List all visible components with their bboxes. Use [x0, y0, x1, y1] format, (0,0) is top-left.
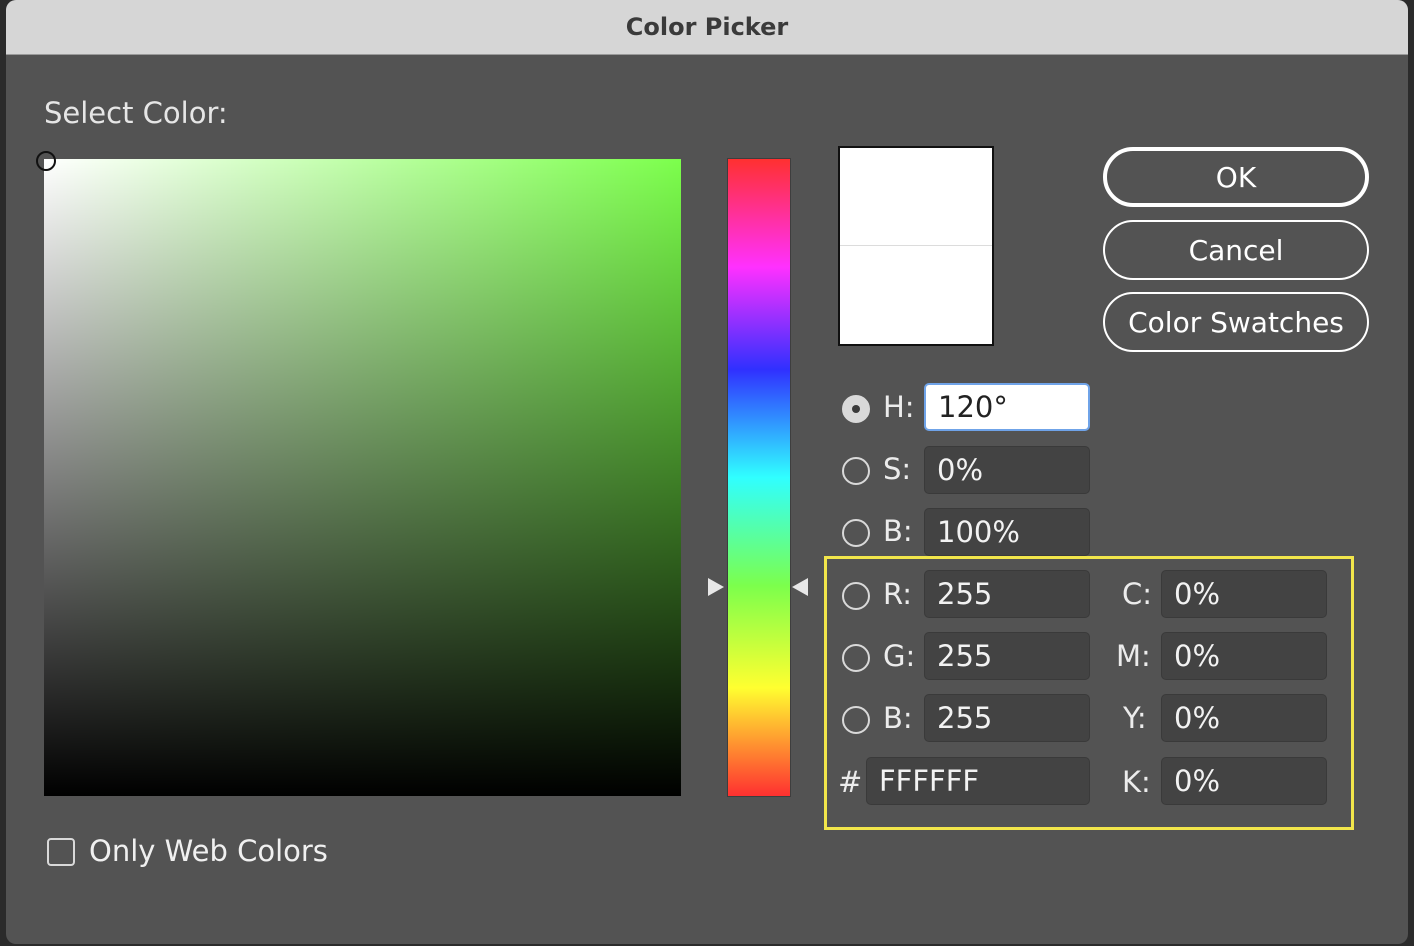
window-title: Color Picker: [625, 13, 789, 41]
color-swatches-button[interactable]: Color Swatches: [1103, 292, 1369, 352]
saturation-label: S:: [883, 452, 912, 486]
color-swatches-button-label: Color Swatches: [1128, 305, 1344, 339]
saturation-radio[interactable]: [842, 457, 870, 485]
hue-slider[interactable]: [727, 158, 791, 797]
current-color-swatch[interactable]: [840, 246, 992, 344]
only-web-colors-label[interactable]: Only Web Colors: [89, 834, 328, 868]
select-color-label: Select Color:: [44, 96, 228, 130]
hue-input[interactable]: 120°: [924, 383, 1090, 431]
saturation-input[interactable]: 0%: [924, 446, 1090, 494]
hue-label: H:: [883, 390, 915, 424]
ok-button[interactable]: OK: [1103, 147, 1369, 207]
color-preview: [838, 146, 994, 346]
color-picker-dialog: Color Picker Select Color: OK Cancel Col…: [6, 0, 1408, 944]
color-field[interactable]: [36, 151, 681, 796]
hue-radio[interactable]: [842, 395, 870, 423]
ok-button-label: OK: [1215, 160, 1257, 194]
only-web-colors-checkbox[interactable]: [47, 838, 75, 866]
color-field-marker[interactable]: [36, 151, 56, 171]
brightness-input[interactable]: 100%: [924, 508, 1090, 556]
cancel-button[interactable]: Cancel: [1103, 220, 1369, 280]
brightness-radio[interactable]: [842, 519, 870, 547]
hue-slider-left-arrow[interactable]: [708, 578, 724, 596]
title-bar[interactable]: Color Picker: [6, 0, 1408, 55]
new-color-swatch: [840, 148, 992, 246]
highlight-box: [824, 556, 1354, 830]
brightness-label: B:: [883, 514, 913, 548]
hue-slider-right-arrow[interactable]: [792, 578, 808, 596]
cancel-button-label: Cancel: [1188, 233, 1284, 267]
